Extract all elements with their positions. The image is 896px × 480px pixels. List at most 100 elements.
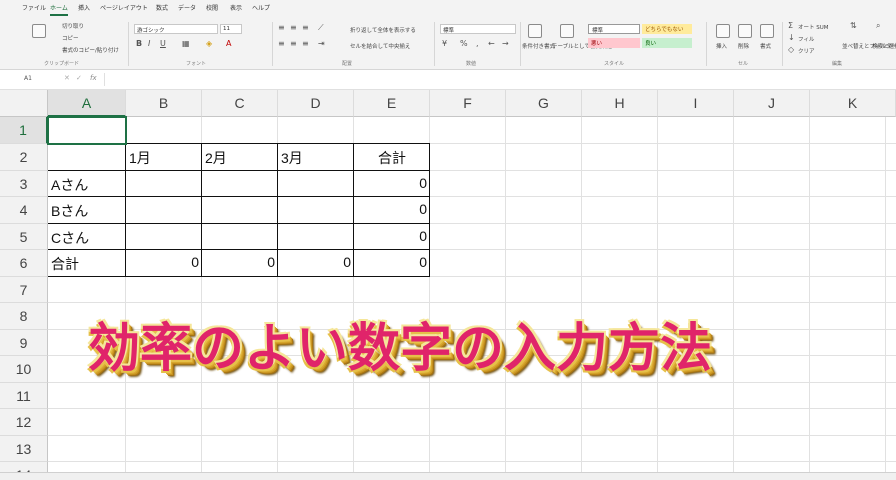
bold-icon[interactable]: B — [136, 40, 142, 48]
autosum-button[interactable]: オート SUM — [798, 23, 829, 31]
row-header-4[interactable]: 4 — [0, 197, 48, 224]
sort-filter-icon[interactable]: ⇅ — [850, 22, 857, 30]
tab-view[interactable]: 表示 — [230, 3, 242, 12]
tab-file[interactable]: ファイル — [22, 3, 46, 12]
conditional-format-icon[interactable] — [528, 24, 542, 38]
tab-home[interactable]: ホーム — [50, 3, 68, 16]
align-bottom-icon[interactable]: ≡ — [302, 24, 309, 32]
column-header-a[interactable]: A — [48, 90, 126, 117]
column-header-i[interactable]: I — [658, 90, 734, 117]
cell-a3[interactable]: Aさん — [48, 175, 126, 195]
autosum-icon[interactable]: Σ — [788, 22, 793, 30]
font-name-select[interactable]: 游ゴシック — [134, 24, 218, 34]
cell-d6[interactable]: 0 — [278, 254, 354, 270]
cell-c2[interactable]: 2月 — [202, 148, 278, 168]
number-format-select[interactable]: 標準 — [440, 24, 516, 34]
cell-a4[interactable]: Bさん — [48, 201, 126, 221]
fill-icon[interactable]: ↓ — [788, 34, 795, 42]
column-header-c[interactable]: C — [202, 90, 278, 117]
cell-e6[interactable]: 0 — [354, 254, 430, 270]
italic-icon[interactable]: I — [148, 40, 150, 48]
column-header-d[interactable]: D — [278, 90, 354, 117]
orientation-icon[interactable]: ⟋ — [318, 24, 324, 32]
merge-center-button[interactable]: セルを結合して中央揃え — [350, 42, 410, 50]
align-top-icon[interactable]: ≡ — [278, 24, 285, 32]
align-center-icon[interactable]: ≡ — [290, 40, 297, 48]
row-header-6[interactable]: 6 — [0, 250, 48, 277]
row-header-8[interactable]: 8 — [0, 303, 48, 330]
clear-icon[interactable]: ◇ — [788, 46, 794, 54]
style-neutral[interactable]: どちらでもない — [642, 24, 692, 34]
insert-cells-icon[interactable] — [716, 24, 730, 38]
row-header-12[interactable]: 12 — [0, 409, 48, 436]
tab-insert[interactable]: 挿入 — [78, 3, 90, 12]
format-cells-icon[interactable] — [760, 24, 774, 38]
format-cells-button[interactable]: 書式 — [760, 42, 771, 50]
delete-cells-icon[interactable] — [738, 24, 752, 38]
comma-icon[interactable]: , — [476, 40, 479, 48]
tab-page-layout[interactable]: ページレイアウト — [100, 3, 148, 12]
font-color-icon[interactable]: A — [226, 40, 231, 48]
cut-button[interactable]: 切り取り — [62, 22, 84, 30]
cell-e4[interactable]: 0 — [354, 201, 430, 217]
name-box[interactable]: A1 — [24, 75, 32, 82]
clear-button[interactable]: クリア — [798, 47, 815, 55]
fill-color-icon[interactable]: ◈ — [206, 40, 212, 48]
cell-e2[interactable]: 合計 — [354, 148, 430, 168]
selected-cell-a1[interactable] — [47, 116, 127, 145]
wrap-text-button[interactable]: 折り返して全体を表示する — [350, 26, 416, 34]
align-right-icon[interactable]: ≡ — [302, 40, 309, 48]
percent-icon[interactable]: % — [460, 40, 468, 48]
row-header-1[interactable]: 1 — [0, 117, 48, 144]
row-header-13[interactable]: 13 — [0, 436, 48, 462]
align-middle-icon[interactable]: ≡ — [290, 24, 297, 32]
find-select-button[interactable]: 検索と選択 — [872, 42, 896, 50]
column-header-g[interactable]: G — [506, 90, 582, 117]
style-bad[interactable]: 悪い — [588, 38, 640, 48]
conditional-format-button[interactable]: 条件付き書式 — [522, 42, 555, 50]
increase-decimal-icon[interactable]: ← — [488, 40, 495, 48]
cell-b6[interactable]: 0 — [126, 254, 202, 270]
row-header-11[interactable]: 11 — [0, 383, 48, 409]
row-header-10[interactable]: 10 — [0, 356, 48, 383]
enter-icon[interactable]: ✓ — [76, 74, 82, 82]
cell-c6[interactable]: 0 — [202, 254, 278, 270]
select-all-corner[interactable] — [0, 90, 48, 117]
tab-formulas[interactable]: 数式 — [156, 3, 168, 12]
style-good[interactable]: 良い — [642, 38, 692, 48]
tab-data[interactable]: データ — [178, 3, 196, 12]
format-painter-button[interactable]: 書式のコピー/貼り付け — [62, 46, 119, 54]
delete-cells-button[interactable]: 削除 — [738, 42, 749, 50]
table-format-icon[interactable] — [560, 24, 574, 38]
cell-a5[interactable]: Cさん — [48, 228, 126, 248]
tab-review[interactable]: 校閲 — [206, 3, 218, 12]
font-size-select[interactable]: 11 — [220, 24, 242, 34]
row-header-2[interactable]: 2 — [0, 144, 48, 171]
tab-help[interactable]: ヘルプ — [252, 3, 270, 12]
find-select-icon[interactable]: ⌕ — [876, 22, 880, 30]
paste-icon[interactable] — [32, 24, 46, 38]
row-header-7[interactable]: 7 — [0, 277, 48, 303]
column-header-b[interactable]: B — [126, 90, 202, 117]
cell-e3[interactable]: 0 — [354, 175, 430, 191]
cell-a6[interactable]: 合計 — [48, 254, 126, 274]
style-normal[interactable]: 標準 — [588, 24, 640, 34]
formula-input[interactable] — [104, 73, 884, 86]
underline-icon[interactable]: U — [160, 40, 166, 48]
align-left-icon[interactable]: ≡ — [278, 40, 285, 48]
fx-button[interactable]: fx — [90, 74, 97, 82]
cell-e5[interactable]: 0 — [354, 228, 430, 244]
border-icon[interactable]: ▦ — [182, 40, 190, 48]
decrease-decimal-icon[interactable]: → — [502, 40, 509, 48]
indent-icon[interactable]: ⇥ — [318, 40, 325, 48]
row-header-9[interactable]: 9 — [0, 330, 48, 356]
column-header-e[interactable]: E — [354, 90, 430, 117]
row-header-3[interactable]: 3 — [0, 171, 48, 197]
currency-icon[interactable]: ¥ — [442, 40, 447, 48]
column-header-j[interactable]: J — [734, 90, 810, 117]
insert-cells-button[interactable]: 挿入 — [716, 42, 727, 50]
copy-button[interactable]: コピー — [62, 34, 79, 42]
cell-b2[interactable]: 1月 — [126, 148, 202, 168]
column-header-h[interactable]: H — [582, 90, 658, 117]
column-header-f[interactable]: F — [430, 90, 506, 117]
